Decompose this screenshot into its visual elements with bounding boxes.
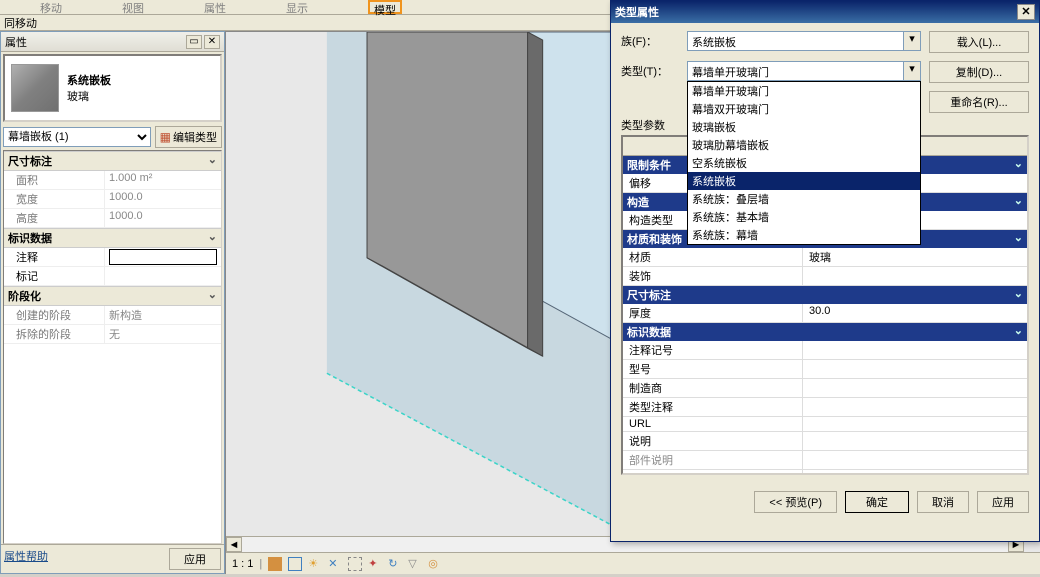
collapse-icon: ⌄ [1014,194,1023,210]
view-toolbar: 1 : 1 | ☀ ✕ ✦ ↻ ▽ ◎ [226,552,1040,574]
chevron-down-icon: ▾ [903,62,920,80]
apply-button[interactable]: 应用 [169,548,221,570]
collapse-icon: ⌄ [1014,324,1023,340]
refresh-icon[interactable]: ↻ [388,557,402,571]
thumbnail-icon [11,64,59,112]
family-dropdown[interactable]: 系统嵌板▾ [687,31,921,51]
collapse-icon: ⌄ [1014,287,1023,303]
dropdown-option[interactable]: 玻璃肋幕墙嵌板 [688,136,920,154]
edit-type-button[interactable]: ▦编辑类型 [155,126,222,148]
section-dim[interactable]: 尺寸标注⌄ [4,151,221,171]
crop-icon[interactable] [348,557,362,571]
preview-button[interactable]: << 预览(P) [754,491,837,513]
dropdown-option[interactable]: 系统族：基本墙 [688,208,920,226]
section-id[interactable]: 标识数据⌄ [4,228,221,248]
sun-icon[interactable]: ☀ [308,557,322,571]
pin-icon[interactable]: ▭ [186,35,202,49]
cat-dim[interactable]: 尺寸标注⌄ [623,286,1027,304]
rename-button[interactable]: 重命名(R)... [929,91,1029,113]
ok-button[interactable]: 确定 [845,491,909,513]
apply-button[interactable]: 应用 [977,491,1029,513]
dropdown-option[interactable]: 系统族：幕墙 [688,226,920,244]
dropdown-option[interactable]: 玻璃嵌板 [688,118,920,136]
menu-item[interactable]: 显示 [286,0,308,14]
dropdown-option[interactable]: 空系统嵌板 [688,154,920,172]
properties-title-bar: 属性 ▭ ✕ [1,32,224,52]
cat-identity[interactable]: 标识数据⌄ [623,323,1027,341]
collapse-icon: ⌄ [208,153,217,169]
dropdown-option[interactable]: 系统嵌板 [688,172,920,190]
type-preview[interactable]: 系统嵌板 玻璃 [3,54,222,122]
toolbar-sep: | [259,558,262,570]
instance-selector[interactable]: 幕墙嵌板 (1) [3,127,151,147]
type-label: 类型(T)： [621,61,681,79]
type-dropdown[interactable]: 幕墙单开玻璃门▾ 幕墙单开玻璃门幕墙双开玻璃门玻璃嵌板玻璃肋幕墙嵌板空系统嵌板系… [687,61,921,81]
family-name: 系统嵌板 [67,72,111,88]
menu-item-active[interactable]: 模型 [368,0,402,14]
type-name: 玻璃 [67,88,111,104]
edit-type-icon: ▦ [160,130,171,144]
collapse-icon: ⌄ [1014,231,1023,247]
box-icon[interactable] [288,557,302,571]
close-icon[interactable]: ✕ [204,35,220,49]
target-icon[interactable]: ◎ [428,557,442,571]
properties-grid: 尺寸标注⌄ 面积1.000 m² 宽度1000.0 高度1000.0 标识数据⌄… [3,150,222,544]
dialog-title: 类型属性 [615,4,659,20]
properties-title: 属性 [5,34,27,50]
section-phase[interactable]: 阶段化⌄ [4,286,221,306]
menu-item[interactable]: 视图 [122,0,144,14]
dropdown-option[interactable]: 幕墙双开玻璃门 [688,100,920,118]
dropdown-option[interactable]: 幕墙单开玻璃门 [688,82,920,100]
scale-display[interactable]: 1 : 1 [232,558,253,570]
family-label: 族(F)： [621,31,681,49]
dropdown-option[interactable]: 系统族：叠层墙 [688,190,920,208]
dialog-title-bar[interactable]: 类型属性 ✕ [611,1,1039,23]
type-dropdown-list[interactable]: 幕墙单开玻璃门幕墙双开玻璃门玻璃嵌板玻璃肋幕墙嵌板空系统嵌板系统嵌板系统族：叠层… [687,81,921,245]
type-properties-dialog: 类型属性 ✕ 族(F)： 系统嵌板▾ 类型(T)： 幕墙单开玻璃门▾ 幕墙单开玻… [610,0,1040,542]
crop2-icon[interactable]: ✦ [368,557,382,571]
help-link[interactable]: 属性帮助 [4,548,48,570]
cancel-button[interactable]: 取消 [917,491,969,513]
duplicate-button[interactable]: 复制(D)... [929,61,1029,83]
filter-icon[interactable]: ▽ [408,557,422,571]
chevron-down-icon: ▾ [903,32,920,50]
collapse-icon: ⌄ [1014,157,1023,173]
properties-panel: 属性 ▭ ✕ 系统嵌板 玻璃 幕墙嵌板 (1) ▦编辑类型 尺寸标注⌄ 面积1.… [0,31,225,574]
menu-item[interactable]: 移动 [40,0,62,14]
collapse-icon: ⌄ [208,288,217,304]
collapse-icon: ⌄ [208,230,217,246]
menu-item[interactable]: 属性 [204,0,226,14]
cube-icon[interactable] [268,557,282,571]
scroll-left-icon[interactable]: ◄ [226,537,242,552]
shadow-icon[interactable]: ✕ [328,557,342,571]
comment-input[interactable] [109,249,217,265]
close-icon[interactable]: ✕ [1017,4,1035,20]
load-button[interactable]: 载入(L)... [929,31,1029,53]
